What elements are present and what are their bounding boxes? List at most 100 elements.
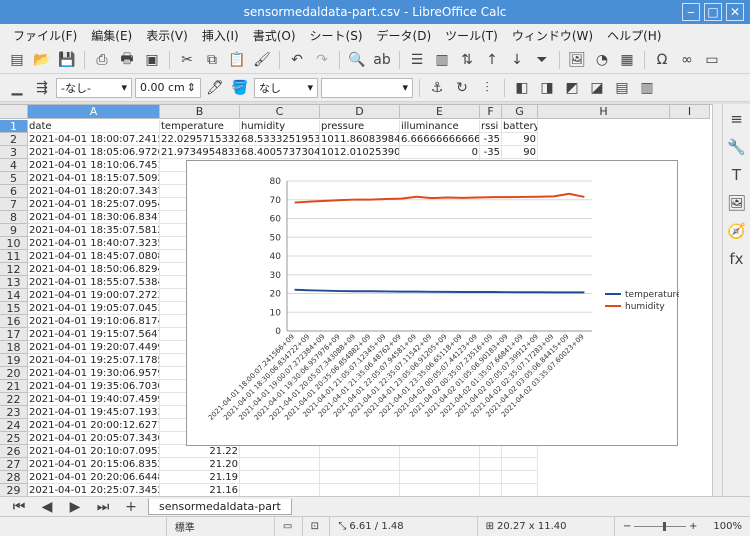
cell[interactable]: 2021-04-01 18:30:06.834722+09 (28, 211, 160, 224)
cell[interactable]: 21.16 (160, 484, 240, 496)
row-header[interactable]: 23 (0, 406, 28, 419)
cell[interactable] (240, 484, 320, 496)
row-header[interactable]: 26 (0, 445, 28, 458)
cell[interactable]: 2021-04-01 20:20:06.644863+09 (28, 471, 160, 484)
sort-ascending-icon[interactable]: ↑ (481, 49, 503, 71)
cell[interactable]: 2021-04-01 20:25:07.34529+09 (28, 484, 160, 496)
cell[interactable]: 2021-04-01 18:50:06.829489+09 (28, 263, 160, 276)
row-header[interactable]: 2 (0, 133, 28, 146)
prev-sheet-icon[interactable]: ◀ (36, 496, 58, 518)
zoom-in-icon[interactable]: + (689, 521, 697, 532)
cell[interactable]: 90 (502, 146, 538, 159)
close-button[interactable]: ✕ (726, 3, 744, 21)
cell[interactable] (400, 484, 480, 496)
cell[interactable]: 1011.86083984375 (320, 133, 400, 146)
cell[interactable]: temperature (160, 120, 240, 133)
cell[interactable]: -35 (480, 133, 502, 146)
add-sheet-icon[interactable]: + (120, 496, 142, 518)
special-character-icon[interactable]: Ω (651, 49, 673, 71)
clone-formatting-icon[interactable]: 🖌 (251, 49, 273, 71)
spreadsheet-grid[interactable]: ABCDEFGHI 1 2 3 4 5 6 7 8 9 10 11 12 13 14 15 16 17 18 19 2… (0, 104, 712, 496)
row-header[interactable]: 22 (0, 393, 28, 406)
cell[interactable]: 90 (502, 133, 538, 146)
cell[interactable]: 2021-04-01 18:45:07.080847+09 (28, 250, 160, 263)
row-header[interactable]: 28 (0, 471, 28, 484)
cell[interactable] (320, 471, 400, 484)
area-fill-icon[interactable]: 🪣 (229, 77, 251, 99)
comment-icon[interactable]: ▭ (701, 49, 723, 71)
arrow-style-icon[interactable]: ⇶ (31, 77, 53, 99)
gallery-icon[interactable]: 🖼 (726, 192, 748, 214)
menu-item[interactable]: シート(S) (303, 27, 370, 44)
rotate-icon[interactable]: ↻ (451, 77, 473, 99)
cut-icon[interactable]: ✂ (176, 49, 198, 71)
cell[interactable] (480, 458, 502, 471)
cell[interactable]: 21.9734954833984 (160, 146, 240, 159)
row-header[interactable]: 24 (0, 419, 28, 432)
cell[interactable]: 2021-04-01 20:10:07.095304+09 (28, 445, 160, 458)
copy-icon[interactable]: ⧉ (201, 49, 223, 71)
row-icon[interactable]: ☰ (406, 49, 428, 71)
minimize-button[interactable]: ‒ (682, 3, 700, 21)
cell[interactable]: 2021-04-01 18:55:07.538464+09 (28, 276, 160, 289)
area-style-select[interactable]: なし ▾ (254, 77, 318, 98)
cell[interactable] (502, 484, 538, 496)
cell[interactable]: 2021-04-01 20:00:12.627156+09 (28, 419, 160, 432)
sort-descending-icon[interactable]: ↓ (506, 49, 528, 71)
row-header[interactable]: 25 (0, 432, 28, 445)
row-header[interactable]: 11 (0, 250, 28, 263)
cell[interactable]: 2021-04-01 19:25:07.178592+09 (28, 354, 160, 367)
column-header[interactable]: C (240, 105, 320, 119)
spelling-icon[interactable]: ab (371, 49, 393, 71)
row-header[interactable]: 12 (0, 263, 28, 276)
align-icon[interactable]: ⫶ (476, 77, 498, 99)
cell[interactable]: 2021-04-01 18:10:06.74519+09 (28, 159, 160, 172)
last-sheet-icon[interactable]: ⏭ (92, 496, 114, 518)
cell[interactable]: 2021-04-01 20:05:07.343088+09 (28, 432, 160, 445)
row-header[interactable]: 29 (0, 484, 28, 496)
menu-item[interactable]: 編集(E) (84, 27, 139, 44)
cell[interactable]: 68.4005737304688 (240, 146, 320, 159)
maximize-button[interactable]: □ (704, 3, 722, 21)
row-header[interactable]: 5 (0, 172, 28, 185)
row-header[interactable]: 13 (0, 276, 28, 289)
cell[interactable]: pressure (320, 120, 400, 133)
cell[interactable]: 2021-04-01 19:15:07.564715+09 (28, 328, 160, 341)
menu-item[interactable]: ウィンドウ(W) (505, 27, 600, 44)
sidebar-menu-icon[interactable]: ≡ (726, 108, 748, 130)
chart-icon[interactable]: ◔ (591, 49, 613, 71)
cell[interactable]: 2021-04-01 19:30:06.957976+09 (28, 367, 160, 380)
cell[interactable]: 6.66666666666667 (400, 133, 480, 146)
bring-to-front-icon[interactable]: ◧ (511, 77, 533, 99)
cell[interactable]: 2021-04-01 19:05:07.045388+09 (28, 302, 160, 315)
cell[interactable]: 2021-04-01 19:00:07.272384+09 (28, 289, 160, 302)
selection-mode-icon[interactable]: ▭ (275, 517, 303, 536)
open-folder-icon[interactable]: 📂 (31, 49, 53, 71)
cell[interactable]: 68.5333251953125 (240, 133, 320, 146)
zoom-level[interactable]: 100% (705, 517, 750, 536)
cell[interactable]: 21.20 (160, 458, 240, 471)
sort-icon[interactable]: ⇅ (456, 49, 478, 71)
column-header[interactable]: B (160, 105, 240, 119)
vertical-scrollbar[interactable] (712, 104, 722, 496)
cell[interactable]: 2021-04-01 18:00:07.241566+09 (28, 133, 160, 146)
row-header[interactable]: 3 (0, 146, 28, 159)
column-header[interactable]: E (400, 105, 480, 119)
cell[interactable]: 2021-04-01 18:15:07.509204+09 (28, 172, 160, 185)
menu-item[interactable]: ツール(T) (438, 27, 505, 44)
row-header[interactable]: 15 (0, 302, 28, 315)
column-header[interactable]: F (480, 105, 502, 119)
row-header[interactable]: 19 (0, 354, 28, 367)
cell[interactable]: humidity (240, 120, 320, 133)
cell[interactable] (240, 471, 320, 484)
styles-icon[interactable]: T (726, 164, 748, 186)
menu-item[interactable]: 表示(V) (139, 27, 195, 44)
line-width-input[interactable]: 0.00 cm ⇕ (135, 77, 201, 98)
menu-item[interactable]: ヘルプ(H) (600, 27, 668, 44)
column-header[interactable]: G (502, 105, 538, 119)
print-icon[interactable]: 🖶 (116, 49, 138, 71)
menu-item[interactable]: 書式(O) (246, 27, 303, 44)
redo-icon[interactable]: ↷ (311, 49, 333, 71)
zoom-slider[interactable]: − + (615, 517, 705, 536)
column-icon[interactable]: ▥ (431, 49, 453, 71)
